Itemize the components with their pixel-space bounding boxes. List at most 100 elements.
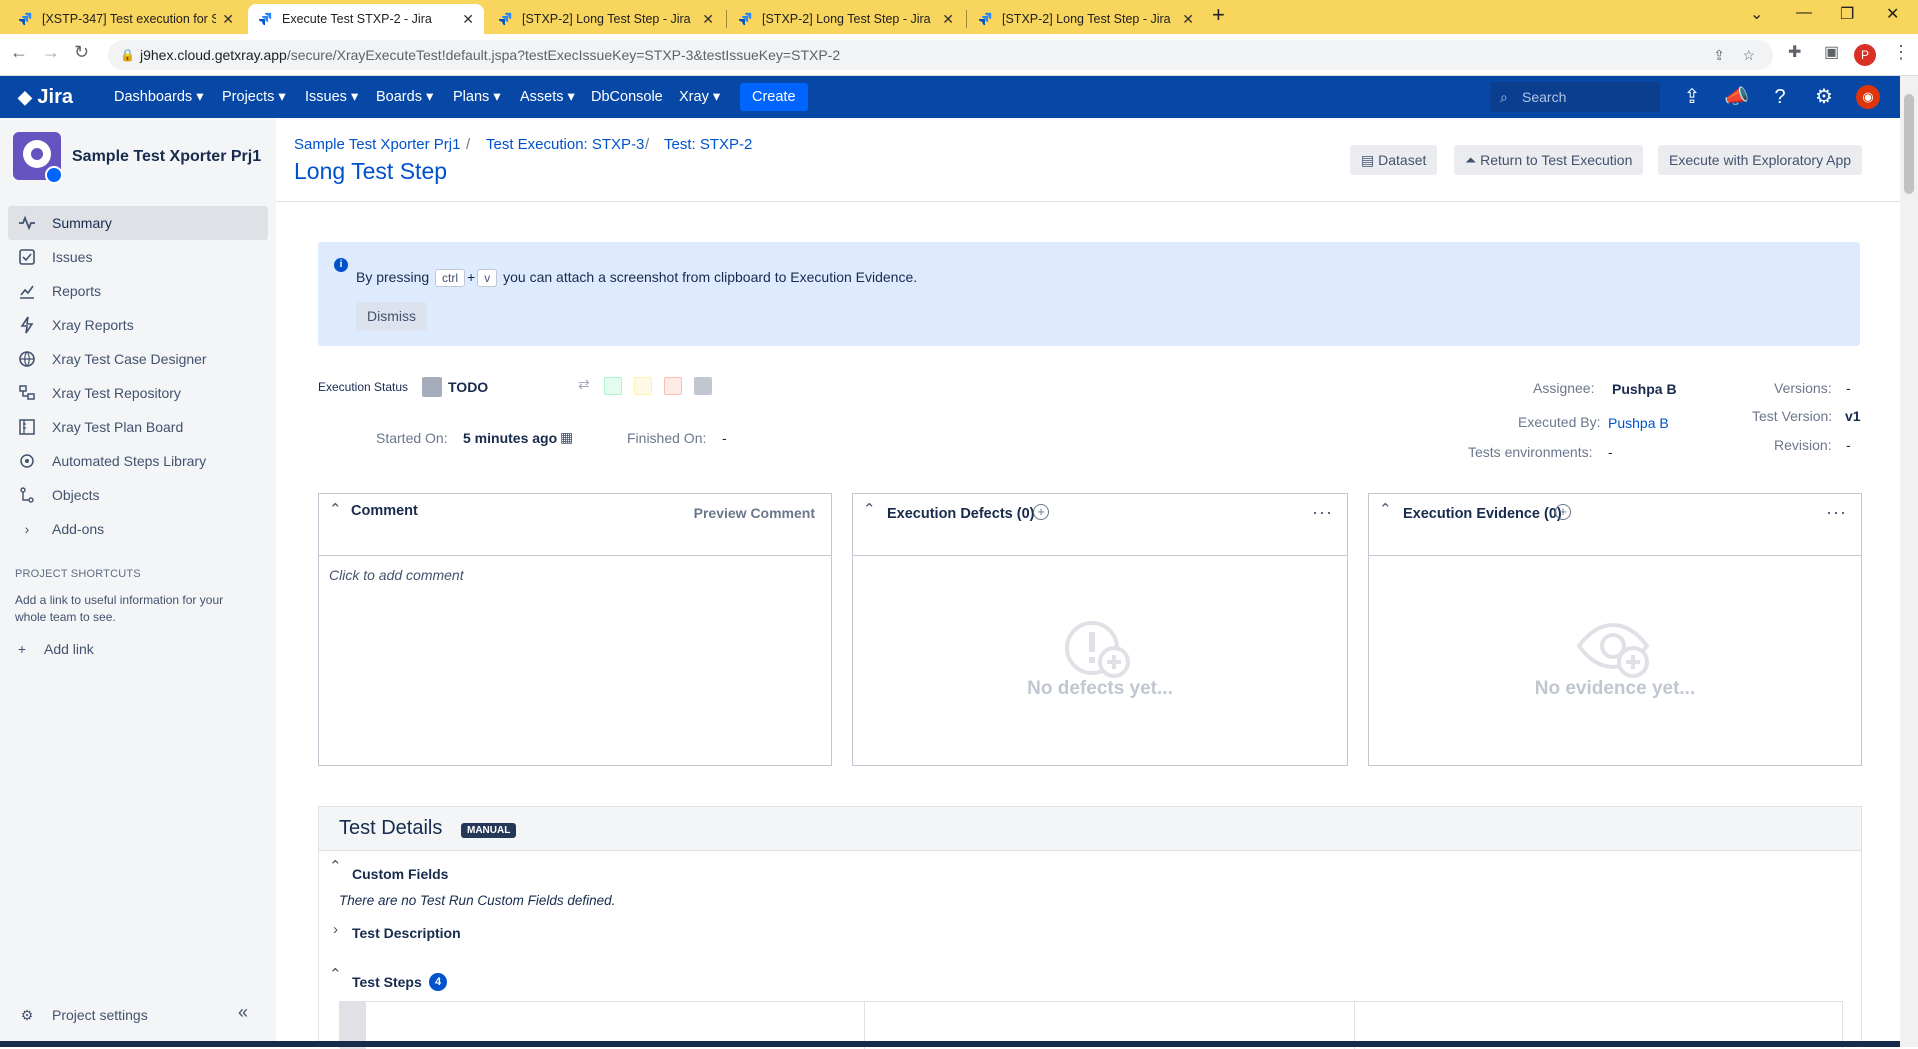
nav-xray[interactable]: Xray ▾	[679, 76, 720, 118]
tab-search-icon[interactable]: ⌄	[1750, 4, 1763, 24]
versions-value: -	[1846, 380, 1851, 396]
tests-environments-value[interactable]: -	[1608, 444, 1613, 460]
chevron-up-icon[interactable]: ⌃	[863, 500, 876, 518]
test-steps-toggle[interactable]: Test Steps	[352, 974, 422, 990]
assignee-value[interactable]: Pushpa B	[1612, 381, 1677, 397]
sidebar-item-label: Xray Test Case Designer	[52, 351, 207, 367]
jira-logo-icon: ◆	[18, 87, 32, 107]
browser-tab-3[interactable]: [STXP-2] Long Test Step - Jira ✕	[488, 4, 724, 34]
execution-status-value[interactable]: TODO	[448, 379, 488, 395]
share-icon[interactable]: ⇪	[1713, 40, 1725, 70]
upload-icon[interactable]: ⇪	[1680, 85, 1704, 109]
reload-icon[interactable]: ↻	[74, 42, 89, 63]
sidepanel-icon[interactable]: ▣	[1824, 42, 1839, 62]
chevron-up-icon[interactable]: ⌃	[329, 500, 342, 518]
chevron-up-icon[interactable]: ⌃	[329, 857, 342, 875]
dismiss-button[interactable]: Dismiss	[356, 302, 427, 331]
breadcrumb-test-execution[interactable]: Test Execution: STXP-3	[486, 136, 644, 153]
chevron-up-icon[interactable]: ⌃	[329, 965, 342, 983]
settings-gear-icon[interactable]: ⚙	[1812, 85, 1836, 109]
url-field[interactable]: 🔒 j9hex.cloud.getxray.app/secure/XrayExe…	[108, 40, 1773, 70]
sidebar-item-xray-test-case-designer[interactable]: Xray Test Case Designer	[8, 342, 268, 376]
info-text: By pressing ctrl + v you can attach a scre…	[356, 269, 917, 287]
custom-fields-toggle[interactable]: Custom Fields	[352, 866, 448, 882]
nav-boards[interactable]: Boards ▾	[376, 76, 433, 118]
sidebar-item-objects[interactable]: Objects	[8, 478, 268, 512]
more-options-icon[interactable]: ···	[1312, 502, 1333, 523]
notifications-megaphone-icon[interactable]: 📣	[1724, 85, 1749, 109]
search-input[interactable]: ⌕ Search	[1490, 82, 1660, 112]
jira-logo[interactable]: ◆ Jira	[18, 76, 73, 118]
profile-avatar[interactable]: P	[1854, 44, 1876, 66]
bookmark-star-icon[interactable]: ☆	[1742, 40, 1755, 70]
jira-top-nav: ◆ Jira Dashboards ▾ Projects ▾ Issues ▾ …	[0, 76, 1900, 118]
revision-value: -	[1846, 437, 1851, 453]
sidebar-item-xray-reports[interactable]: Xray Reports	[8, 308, 268, 342]
close-tab-icon[interactable]: ✕	[1182, 11, 1194, 28]
return-to-test-execution-button[interactable]: ⏶ Return to Test Execution	[1454, 145, 1644, 175]
forward-icon[interactable]: →	[42, 42, 60, 63]
back-icon[interactable]: ←	[10, 42, 28, 63]
dataset-button[interactable]: ▤ Dataset	[1350, 145, 1438, 175]
help-icon[interactable]: ?	[1768, 85, 1792, 109]
close-tab-icon[interactable]: ✕	[222, 11, 234, 28]
sidebar-item-reports[interactable]: Reports	[8, 274, 268, 308]
nav-assets[interactable]: Assets ▾	[520, 76, 575, 118]
execution-evidence-panel: ⌃ Execution Evidence (0) + ··· No eviden…	[1368, 493, 1862, 766]
add-defect-icon[interactable]: +	[1033, 504, 1049, 520]
browser-tab-5[interactable]: [STXP-2] Long Test Step - Jira ✕	[968, 4, 1204, 34]
nav-issues[interactable]: Issues ▾	[305, 76, 358, 118]
no-defects-text: No defects yet...	[1027, 678, 1173, 699]
browser-tab-2[interactable]: Execute Test STXP-2 - Jira ✕	[248, 4, 484, 34]
close-tab-icon[interactable]: ✕	[942, 11, 954, 28]
nav-dbconsole[interactable]: DbConsole	[591, 76, 663, 118]
sidebar-item-label: Xray Test Plan Board	[52, 419, 184, 435]
nav-dashboards[interactable]: Dashboards ▾	[114, 76, 204, 118]
browser-tab-4[interactable]: [STXP-2] Long Test Step - Jira ✕	[728, 4, 964, 34]
browser-menu-icon[interactable]: ⋮	[1892, 42, 1910, 63]
sidebar-item-xray-test-plan-board[interactable]: Xray Test Plan Board	[8, 410, 268, 444]
more-options-icon[interactable]: ···	[1826, 502, 1847, 523]
jira-favicon-icon	[738, 12, 752, 26]
breadcrumb-test[interactable]: Test: STXP-2	[664, 136, 752, 153]
nav-projects[interactable]: Projects ▾	[222, 76, 286, 118]
sidebar-item-add-ons[interactable]: › Add-ons	[8, 512, 268, 546]
bottom-strip	[0, 1041, 1900, 1047]
sidebar-item-xray-test-repository[interactable]: Xray Test Repository	[8, 376, 268, 410]
user-avatar[interactable]: ◉	[1856, 85, 1880, 109]
calendar-icon[interactable]: ▦	[560, 429, 573, 446]
chevron-right-icon[interactable]: ›	[333, 921, 338, 938]
add-link-button[interactable]: + Add link	[8, 632, 268, 666]
sidebar-item-automated-steps-library[interactable]: Automated Steps Library	[8, 444, 268, 478]
status-pass-button[interactable]	[604, 377, 622, 395]
test-description-toggle[interactable]: Test Description	[352, 925, 461, 941]
minimize-icon[interactable]: —	[1796, 4, 1812, 22]
extensions-icon[interactable]: ✚	[1788, 42, 1801, 62]
execute-exploratory-app-button[interactable]: Execute with Exploratory App	[1658, 145, 1863, 175]
clipboard-info-banner: i By pressing ctrl + v you can attach a sc…	[318, 242, 1860, 346]
breadcrumb-separator: /	[645, 136, 650, 153]
sidebar-item-summary[interactable]: Summary	[8, 206, 268, 240]
new-tab-icon[interactable]: +	[1212, 2, 1225, 28]
chevron-up-icon[interactable]: ⌃	[1379, 500, 1392, 518]
nav-plans[interactable]: Plans ▾	[453, 76, 501, 118]
status-aborted-button[interactable]	[694, 377, 712, 395]
create-button[interactable]: Create	[740, 83, 808, 111]
close-window-icon[interactable]: ✕	[1886, 4, 1899, 24]
close-tab-icon[interactable]: ✕	[462, 11, 474, 28]
maximize-icon[interactable]: ❐	[1840, 4, 1854, 24]
page-scrollbar[interactable]	[1900, 76, 1918, 1047]
breadcrumb-project[interactable]: Sample Test Xporter Prj1	[294, 136, 460, 153]
close-tab-icon[interactable]: ✕	[702, 11, 714, 28]
status-executing-button[interactable]	[634, 377, 652, 395]
executed-by-value[interactable]: Pushpa B	[1608, 415, 1669, 431]
preview-comment-button[interactable]: Preview Comment	[694, 505, 815, 521]
comment-input[interactable]: Click to add comment	[329, 567, 464, 583]
project-settings-button[interactable]: ⚙ Project settings	[8, 998, 268, 1032]
status-fail-button[interactable]	[664, 377, 682, 395]
sidebar-item-issues[interactable]: Issues	[8, 240, 268, 274]
collapse-sidebar-icon[interactable]: «	[238, 1002, 248, 1023]
scrollbar-thumb[interactable]	[1904, 94, 1914, 194]
browser-tab-1[interactable]: [XSTP-347] Test execution for Se ✕	[8, 4, 244, 34]
add-evidence-icon[interactable]: +	[1555, 504, 1571, 520]
